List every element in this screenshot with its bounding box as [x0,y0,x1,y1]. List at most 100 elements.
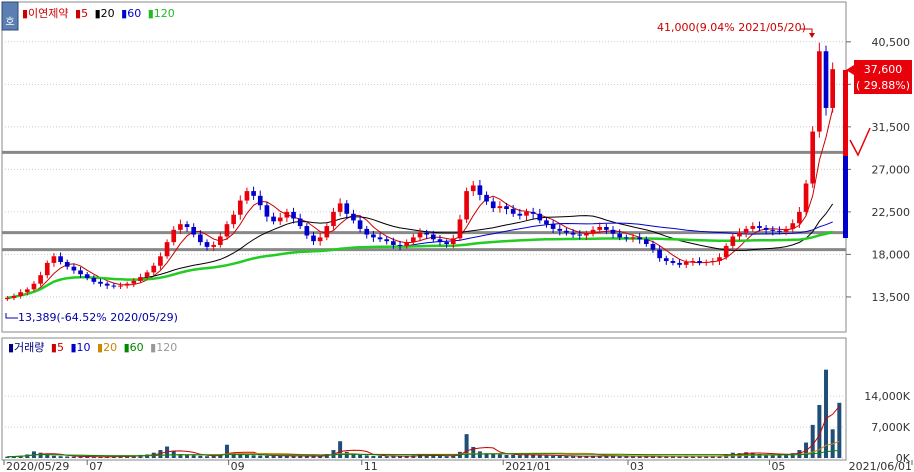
price-tick-label: 13,500 [872,291,911,304]
price-candle-body [823,51,829,108]
volume-bar [564,456,569,458]
volume-bar [224,444,229,458]
volume-bar [338,441,343,458]
date-tick-label: 07 [89,460,103,472]
corner-label: 호 [5,16,14,28]
price-candle-body [730,236,736,246]
price-candle-body [71,266,77,271]
price-candle-body [277,217,283,222]
price-candle-body [497,206,503,209]
price-candle-body [663,258,669,262]
volume-bar [65,456,70,458]
price-candle-body [357,220,363,229]
price-candle-body [723,245,729,258]
price-candle-body [351,213,356,221]
volume-bar [378,456,383,458]
price-candle-body [637,237,642,240]
date-tick-label: 2021/01 [505,460,551,472]
price-candle-body [264,205,270,217]
volume-bar [504,454,509,458]
volume-legend: ▮거래량 ▮5 ▮10 ▮20 ▮60 ▮120 [8,341,177,354]
price-candle-body [697,261,702,263]
volume-bar [71,456,76,458]
price-candle-body [550,224,556,229]
range-bar-down [843,156,848,238]
price-candle-body [504,206,509,210]
price-candle-body [564,230,569,233]
price-candle-body [38,275,43,284]
price-candle-body [224,224,230,237]
price-candle-body [211,244,216,247]
price-candle-body [284,211,290,218]
price-candle-body [810,131,816,184]
price-tick-label: 31,500 [872,121,911,134]
price-candle-body [477,185,483,195]
price-candle-body [51,256,57,263]
low-annotation: 13,389(-64.52% 2020/05/29) [18,311,178,324]
volume-bar [544,455,549,458]
price-candle-body [391,241,396,245]
volume-bar [211,456,216,458]
price-candle-body [204,242,210,247]
volume-bar [258,455,263,458]
price-candle-body [11,295,17,298]
price-candle-body [344,203,350,214]
price-candle-body [450,238,456,245]
price-candle-body [371,234,376,238]
price-candle-body [630,237,636,239]
price-candle-body [304,226,310,236]
price-candle-body [710,261,716,263]
price-candle-body [657,249,662,259]
price-candle-body [231,214,236,225]
volume-bar [251,455,256,458]
price-candle-body [78,270,83,275]
date-tick-label: 03 [630,460,644,472]
price-candle-body [311,235,316,242]
price-candle-body [324,226,330,238]
price-candle-body [237,200,243,215]
legend-vol-ma120: ▮120 [150,341,177,354]
volume-bar [358,454,363,458]
price-candle-body [111,285,117,287]
price-candle-body [178,224,183,230]
date-tick-label: 2020/05/29 [6,460,69,472]
price-candle-body [817,51,822,132]
legend-vol-ma60: ▮60 [124,341,144,354]
price-candle-body [124,283,130,286]
price-candle-body [191,227,197,235]
legend-vol-ma20: ▮20 [97,341,117,354]
stock-chart: 40,50036,00031,50027,00022,50018,00013,5… [0,0,914,472]
volume-pane-frame [1,337,847,461]
price-candle-body [131,280,137,284]
legend-ma5: ▮5 [75,7,88,20]
price-candle-body [91,278,97,282]
legend-ma60: ▮60 [121,7,141,20]
price-candle-body [670,261,676,263]
price-candle-body [404,242,410,246]
volume-bar [437,456,442,458]
date-tick-label: 2021/06/01 [849,460,912,472]
price-candle-body [31,283,37,290]
volume-bar [364,455,369,458]
volume-bar [497,454,502,458]
price-candle-body [171,229,177,243]
price-candle-body [331,211,336,227]
price-candle-body [158,256,163,266]
price-candle-body [510,209,516,214]
price-candle-body [790,223,796,229]
volume-bar [491,454,496,458]
price-candle-body [677,262,682,265]
price-candle-body [384,239,390,242]
price-candle-body [690,261,696,263]
date-tick-label: 09 [231,460,245,472]
price-candle-body [104,283,110,286]
legend-stock-name: ▮이연제약 [22,6,69,20]
price-candle-body [271,216,276,222]
price-candle-body [297,218,303,227]
price-candle-body [830,69,836,108]
price-candle-body [650,244,656,250]
legend-vol-ma5: ▮5 [51,341,64,354]
price-tick-label: 22,500 [872,206,911,219]
volume-bar [511,454,516,458]
volume-tick-label: 14,000K [864,390,910,403]
